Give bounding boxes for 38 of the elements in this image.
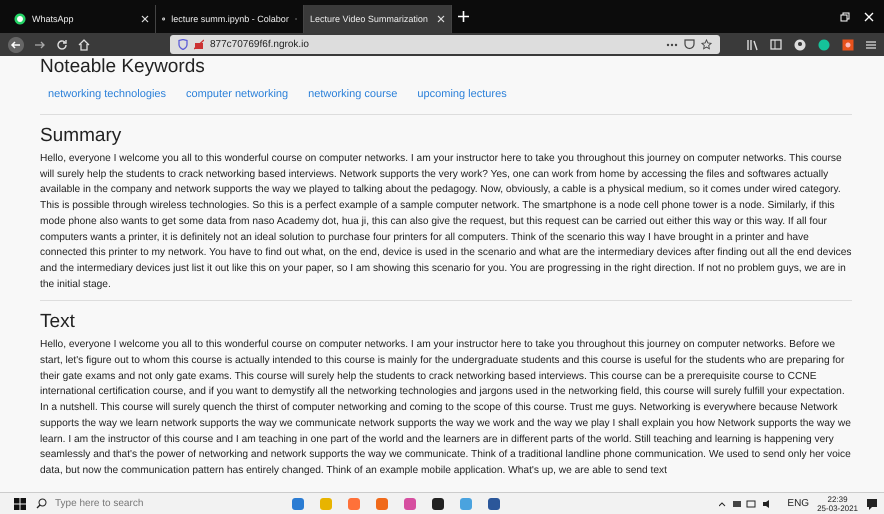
menu-icon[interactable] <box>866 40 876 50</box>
taskbar-clock[interactable]: 22:39 25-03-2021 <box>817 494 858 512</box>
extension-icon[interactable] <box>818 38 830 50</box>
close-icon[interactable] <box>141 15 149 23</box>
new-tab-icon[interactable] <box>458 11 469 22</box>
reload-icon[interactable] <box>56 38 68 50</box>
forward-icon[interactable] <box>34 38 46 50</box>
taskbar-app-icon[interactable] <box>487 496 501 510</box>
shield-icon <box>178 39 188 50</box>
taskbar-search-field[interactable]: Type here to search <box>55 498 225 509</box>
address-bar[interactable]: 877c70769f6f.ngrok.io <box>170 35 720 54</box>
keyword-link[interactable]: networking course <box>308 88 398 100</box>
close-icon[interactable] <box>437 15 445 23</box>
section-heading: Text <box>40 311 76 334</box>
search-icon <box>36 498 47 509</box>
language-indicator[interactable]: ENG <box>787 498 810 509</box>
keyword-link[interactable]: upcoming lectures <box>417 88 507 100</box>
section-heading: Noteable Keywords <box>40 56 206 78</box>
restore-icon[interactable] <box>840 12 850 22</box>
back-icon[interactable] <box>8 36 24 52</box>
keyword-link[interactable]: networking technologies <box>48 88 166 100</box>
browser-tab[interactable]: Lecture Video Summarization <box>304 5 452 33</box>
sidebar-icon[interactable] <box>770 39 782 50</box>
transcript-paragraph: Hello, everyone I welcome you all to this wonderful course on computer networks. I am your instructor here to take you throughout this journey on computer networks. Before we start, let's figure out to whom this course is actually intended to this course is mainly for the undergraduate students and this course is useful for the students who are preparing for their gate exams and not only gate exams. This course will surely help the students to crack networking based interviews. This course can be a prerequisite course to CCNE international certification course, and if you want to demystify all the networking technologies and jargons used in the networking field, this course will surely fulfill your expectation. In a nutshell. This course will surely quench the thirst of computer networking and coming to the scope of this course. Trust me guys. Networking is everywhere because Network supports the way we learn network supports the way we communicate network supports the way we work and the way we play I shall explain you how Network supports the way we learn. I am the instructor of this course and I am teaching in one part of the world and the learners are in different parts of the world. Still teaching and learning is happening very seamlessly and that's the power of networking and network supports the way we communicate. Think of a traditional landline phone communication. We used to send only her voice data, but now the communication pattern has entirely changed. Think of an example mobile application. What's up, we are able to send text <box>40 338 852 478</box>
extension-icon[interactable] <box>842 38 854 50</box>
section-heading: Summary <box>40 125 122 147</box>
library-icon[interactable] <box>746 38 758 50</box>
chat-icon <box>14 13 26 25</box>
home-icon[interactable] <box>78 38 90 50</box>
keyword-link[interactable]: computer networking <box>186 88 288 100</box>
windows-start-icon[interactable] <box>14 498 26 510</box>
more-icon[interactable] <box>666 42 678 46</box>
star-icon[interactable] <box>701 39 712 50</box>
account-icon[interactable] <box>794 38 806 50</box>
summary-paragraph: Hello, everyone I welcome you all to this wonderful course on computer networks. I am your instructor here to take you throughout this journey on computer networks. This course will surely help the students to crack networking based interviews. Network supports the very work? Yes, one can work from home by accessing the files and softwares actually available in the company and network supports the way we played to talking about the pedagogy. Now, obviously, a cable is a physical medium, so it comes under wired category. This is possible through wireless technologies. So this is a perfect example of a sample computer network. The smartphone is a node cell phone tower is a node. Similarly, if this mode phone also wants to get some data from naso Academy dot, hua ji, this can also give the request, but this request can be carried out either this way or this way. If all four computers wants a printer, it is definitely not an ideal solution to purchase four printers for all computers. Think of the scenario this way I have brought in a printer and have connected this printer to my network. You have to find out what, on the end, device is used in the scenario and what are the intermediary devices after finding out all the end devices and the intermediary devices just list it out like this on your paper, so I am showing this scenario for you. You are progressing in the right direction. If not no problem guys, we are in the initial stage. <box>40 152 852 292</box>
notification-icon[interactable] <box>866 498 878 510</box>
taskbar-app-icon[interactable] <box>431 496 445 510</box>
pocket-icon[interactable] <box>684 39 695 50</box>
